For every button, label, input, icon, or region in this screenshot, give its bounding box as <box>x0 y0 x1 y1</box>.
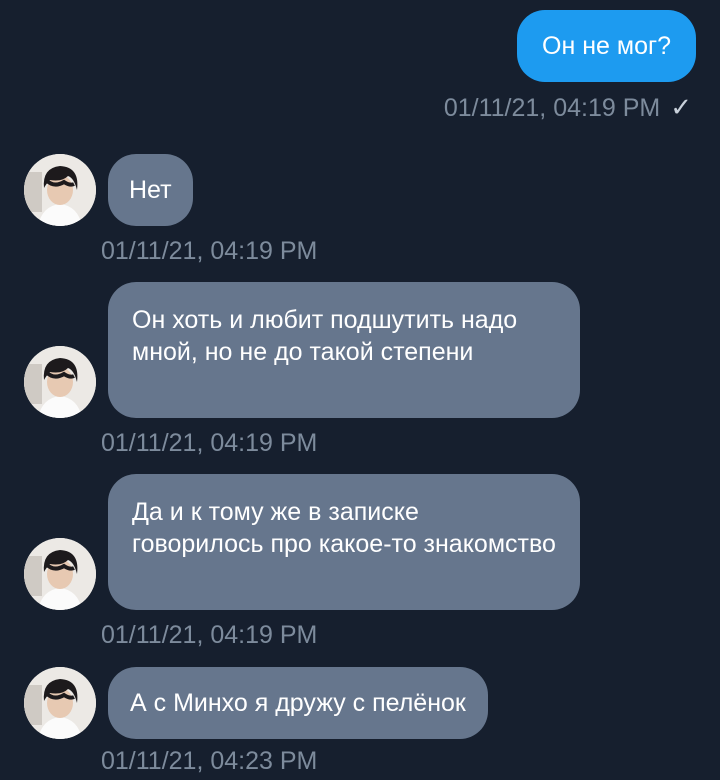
message-timestamp: 01/11/21, 04:19 PM <box>101 237 318 265</box>
message-text: Он не мог? <box>542 32 671 60</box>
message-text: Он хоть и любит подшутить надо мной, но … <box>132 306 518 366</box>
avatar-photo <box>24 667 96 739</box>
incoming-message-bubble[interactable]: Он хоть и любит подшутить надо мной, но … <box>108 282 580 418</box>
message-text: Да и к тому же в записке говорилось про … <box>132 498 556 558</box>
message-timestamp: 01/11/21, 04:23 PM <box>101 747 318 775</box>
avatar[interactable] <box>24 346 96 418</box>
avatar[interactable] <box>24 154 96 226</box>
avatar-photo <box>24 538 96 610</box>
avatar-photo <box>24 154 96 226</box>
check-icon: ✓ <box>670 92 692 122</box>
avatar-photo <box>24 346 96 418</box>
avatar[interactable] <box>24 667 96 739</box>
avatar[interactable] <box>24 538 96 610</box>
message-timestamp: 01/11/21, 04:19 PM <box>101 429 318 457</box>
message-text: Нет <box>129 176 172 204</box>
incoming-message-bubble[interactable]: А с Минхо я дружу с пелёнок <box>108 667 488 739</box>
outgoing-message-bubble[interactable]: Он не мог? <box>517 10 696 82</box>
message-text: А с Минхо я дружу с пелёнок <box>130 689 466 717</box>
chat-thread: Он не мог? 01/11/21, 04:19 PM ✓ Нет 01/11… <box>0 0 720 780</box>
incoming-message-bubble[interactable]: Да и к тому же в записке говорилось про … <box>108 474 580 610</box>
message-timestamp: 01/11/21, 04:19 PM <box>101 621 318 649</box>
message-timestamp: 01/11/21, 04:19 PM ✓ <box>443 92 692 122</box>
incoming-message-bubble[interactable]: Нет <box>108 154 193 226</box>
